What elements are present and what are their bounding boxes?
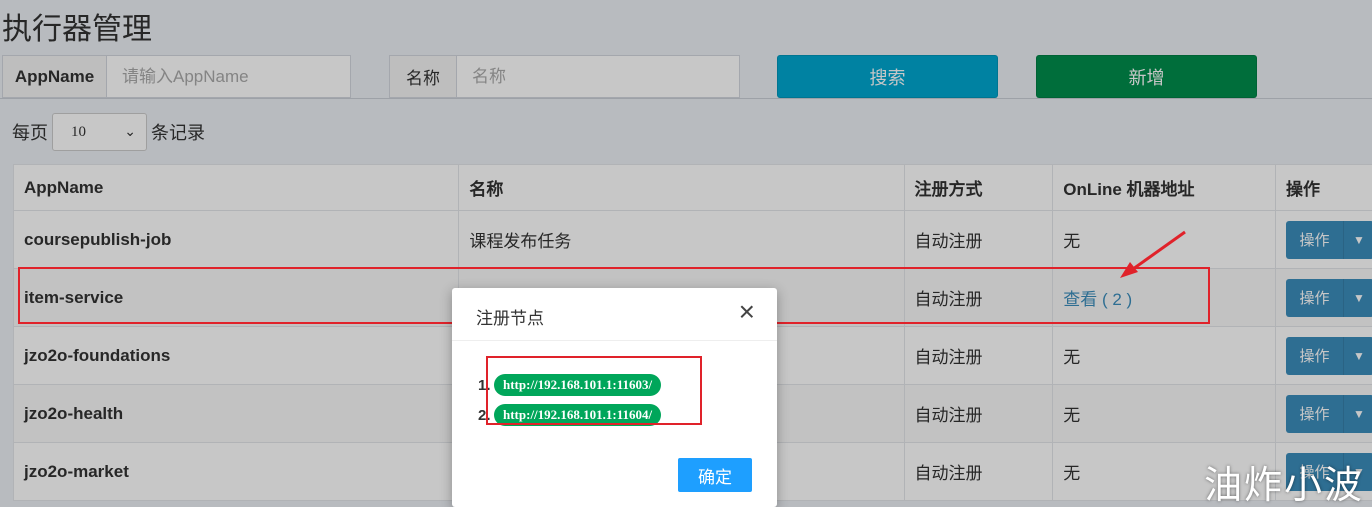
- modal-header: 注册节点 ×: [452, 288, 777, 341]
- ok-button[interactable]: 确定: [678, 458, 752, 492]
- watermark: 油炸小波: [1203, 465, 1364, 507]
- close-icon[interactable]: ×: [739, 298, 755, 326]
- annotation-arrow-icon: [1120, 230, 1186, 278]
- highlight-box-urls: [486, 356, 702, 425]
- modal-title: 注册节点: [476, 309, 544, 328]
